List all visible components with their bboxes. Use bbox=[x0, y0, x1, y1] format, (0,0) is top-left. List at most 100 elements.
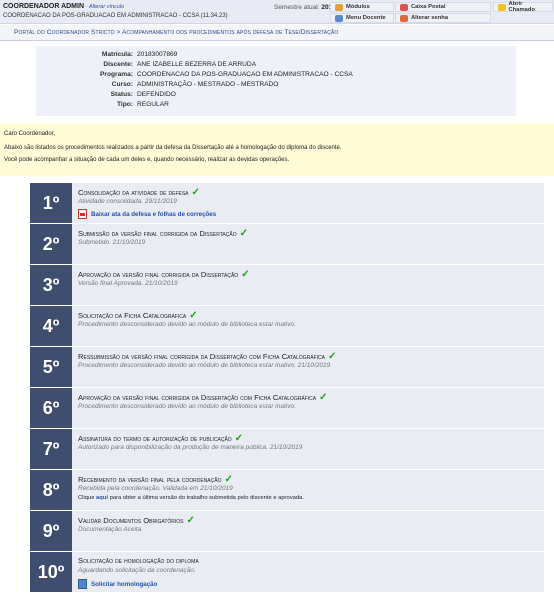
step-number: 8º bbox=[30, 470, 72, 510]
discente-value: ANE IZABELLE BEZERRA DE ARRUDA bbox=[137, 61, 257, 68]
abrir-chamado-label: Abrir Chamado bbox=[508, 1, 535, 13]
semester-label: Semestre atual: bbox=[274, 4, 320, 11]
notice-line-2: Você pode acompanhar a situação de cada … bbox=[4, 157, 290, 163]
step-title: Aprovação da versão final corrigida da D… bbox=[78, 269, 250, 280]
step-8: 8º Recebimento da versão final pela coor… bbox=[30, 470, 544, 510]
alterar-senha-label: Alterar senha bbox=[411, 15, 449, 21]
solicitar-homologacao-link[interactable]: Solicitar homologação bbox=[78, 579, 157, 589]
check-icon: ✓ bbox=[186, 515, 195, 526]
check-icon: ✓ bbox=[191, 187, 200, 198]
top-bar: COORDENADOR ADMIN Alterar vínculo COORDE… bbox=[0, 0, 554, 24]
step-status: Procedimento desconsiderado devido ao mó… bbox=[78, 362, 331, 369]
check-icon: ✓ bbox=[234, 433, 244, 444]
extra-post: para obter a última versão do trabalho s… bbox=[107, 495, 304, 501]
programa-row: Programa: COORDENACAO DA POS-GRADUACAO E… bbox=[36, 70, 516, 79]
caixa-postal-button[interactable]: Caixa Postal bbox=[395, 2, 491, 12]
solicitar-homologacao-label: Solicitar homologação bbox=[91, 580, 158, 588]
step-number: 3º bbox=[30, 265, 72, 305]
step-title-text: Consolidação da atividade de defesa bbox=[78, 188, 189, 197]
programa-value: COORDENACAO DA POS-GRADUACAO EM ADMINIST… bbox=[137, 71, 353, 78]
step-title-text: Validar Documentos Obrigatórios bbox=[78, 516, 184, 525]
breadcrumb: Portal do Coordenador Stricto > Acompanh… bbox=[0, 25, 554, 41]
step-title-text: Aprovação da versão final corrigida da D… bbox=[78, 270, 239, 279]
check-icon: ✓ bbox=[319, 392, 328, 403]
menu-docente-label: Menu Docente bbox=[346, 15, 386, 21]
unit-name: COORDENACAO DA POS-GRADUACAO EM ADMINIST… bbox=[3, 13, 228, 19]
step-title: Aprovação da versão final corrigida da D… bbox=[78, 392, 328, 403]
step-status: Procedimento desconsiderado devido ao mó… bbox=[78, 321, 296, 328]
step-title: Assinatura do termo de autorização de pu… bbox=[78, 433, 243, 444]
aqui-link[interactable]: aqui bbox=[96, 495, 108, 501]
check-icon: ✓ bbox=[224, 474, 233, 485]
mailbox-icon bbox=[400, 3, 408, 11]
step-title-text: Solicitação da Ficha Catalográfica bbox=[78, 311, 187, 320]
status-label: Status: bbox=[110, 91, 133, 98]
discente-row: Discente: ANE IZABELLE BEZERRA DE ARRUDA bbox=[36, 60, 516, 69]
step-status: Submetido. 21/10/2019 bbox=[78, 239, 146, 246]
step-1: 1º Consolidação da atividade de defesa ✓ … bbox=[30, 183, 544, 223]
programa-label: Programa: bbox=[100, 71, 133, 78]
step-status: Versão final Aprovada. 21/10/2019 bbox=[78, 280, 178, 287]
change-link-link[interactable]: Alterar vínculo bbox=[89, 4, 124, 10]
extra-pre: Clique bbox=[78, 495, 97, 501]
caixa-postal-label: Caixa Postal bbox=[411, 4, 446, 10]
step-title-text: Submissão da versão final corrigida da D… bbox=[78, 229, 237, 238]
download-ata-label: Baixar ata da defesa e folhas de correçõ… bbox=[91, 210, 217, 218]
step-title-text: Recebimento da versão final pela coorden… bbox=[78, 475, 222, 484]
curso-label: Curso: bbox=[111, 81, 133, 88]
modulos-label: Módulos bbox=[346, 4, 370, 10]
check-icon: ✓ bbox=[241, 269, 250, 280]
step-2: 2º Submissão da versão final corrigida d… bbox=[30, 224, 544, 264]
abrir-chamado-button[interactable]: Abrir Chamado bbox=[493, 1, 553, 13]
step-3: 3º Aprovação da versão final corrigida d… bbox=[30, 265, 544, 305]
step-number: 1º bbox=[30, 183, 72, 223]
step-4: 4º Solicitação da Ficha Catalográfica ✓ P… bbox=[30, 306, 544, 346]
discente-label: Discente: bbox=[103, 61, 133, 68]
teacher-menu-icon bbox=[335, 14, 343, 22]
support-icon bbox=[498, 3, 506, 11]
step-number: 4º bbox=[30, 306, 72, 346]
tipo-row: Tipo: REGULAR bbox=[36, 100, 516, 109]
step-status: Recebida pela coordenação. Validada em 2… bbox=[78, 485, 233, 492]
user-info: COORDENADOR ADMIN Alterar vínculo COORDE… bbox=[3, 2, 228, 21]
pdf-icon bbox=[78, 209, 87, 219]
status-row: Status: DEFENDIDO bbox=[36, 90, 516, 99]
step-title: Submissão da versão final corrigida da D… bbox=[78, 228, 248, 239]
matricula-label: Matrícula: bbox=[101, 51, 133, 58]
step-title-text: Solicitação de homologação do diploma bbox=[78, 556, 199, 565]
check-icon: ✓ bbox=[327, 351, 337, 362]
step-title: Solicitação de homologação do diploma bbox=[78, 556, 199, 565]
curso-row: Curso: ADMINISTRAÇÃO - MESTRADO - MESTRA… bbox=[36, 80, 516, 89]
step-title: Recebimento da versão final pela coorden… bbox=[78, 474, 233, 485]
step-title-text: Aprovação da versão final corrigida da D… bbox=[78, 393, 317, 402]
step-status: Atividade consolidada. 29/11/2019 bbox=[78, 198, 177, 205]
step-title: Validar Documentos Obrigatórios ✓ bbox=[78, 515, 195, 526]
step-title-text: Ressubmissão da versão final corrigida d… bbox=[78, 352, 325, 361]
user-name: COORDENADOR ADMIN bbox=[3, 3, 85, 10]
notice-greeting: Caro Coordenador, bbox=[4, 131, 56, 137]
step-status: Documentação Aceita bbox=[78, 526, 142, 533]
check-icon: ✓ bbox=[189, 310, 198, 321]
step-title: Consolidação da atividade de defesa ✓ bbox=[78, 187, 200, 198]
step-title-text: Assinatura do termo de autorização de pu… bbox=[78, 434, 232, 443]
menu-docente-button[interactable]: Menu Docente bbox=[330, 13, 394, 23]
step-extra: Clique aqui para obter a última versão d… bbox=[78, 495, 304, 501]
step-title: Ressubmissão da versão final corrigida d… bbox=[78, 351, 336, 362]
breadcrumb-text: Portal do Coordenador Stricto > Acompanh… bbox=[14, 29, 339, 36]
matricula-value: 20183007869 bbox=[137, 51, 178, 58]
step-number: 6º bbox=[30, 388, 72, 428]
document-icon bbox=[78, 579, 87, 589]
step-10: 10º Solicitação de homologação do diplom… bbox=[30, 552, 544, 592]
notice-box: Caro Coordenador, Abaixo são listados os… bbox=[0, 124, 554, 176]
download-ata-link[interactable]: Baixar ata da defesa e folhas de correçõ… bbox=[78, 209, 216, 219]
step-number: 5º bbox=[30, 347, 72, 387]
step-title: Solicitação da Ficha Catalográfica ✓ bbox=[78, 310, 198, 321]
check-icon: ✓ bbox=[239, 228, 248, 239]
step-number: 2º bbox=[30, 224, 72, 264]
step-9: 9º Validar Documentos Obrigatórios ✓ Docu… bbox=[30, 511, 544, 551]
modulos-button[interactable]: Módulos bbox=[330, 2, 394, 12]
step-number: 10º bbox=[30, 552, 72, 592]
alterar-senha-button[interactable]: Alterar senha bbox=[395, 13, 491, 23]
key-icon bbox=[400, 14, 408, 22]
step-number: 7º bbox=[30, 429, 72, 469]
